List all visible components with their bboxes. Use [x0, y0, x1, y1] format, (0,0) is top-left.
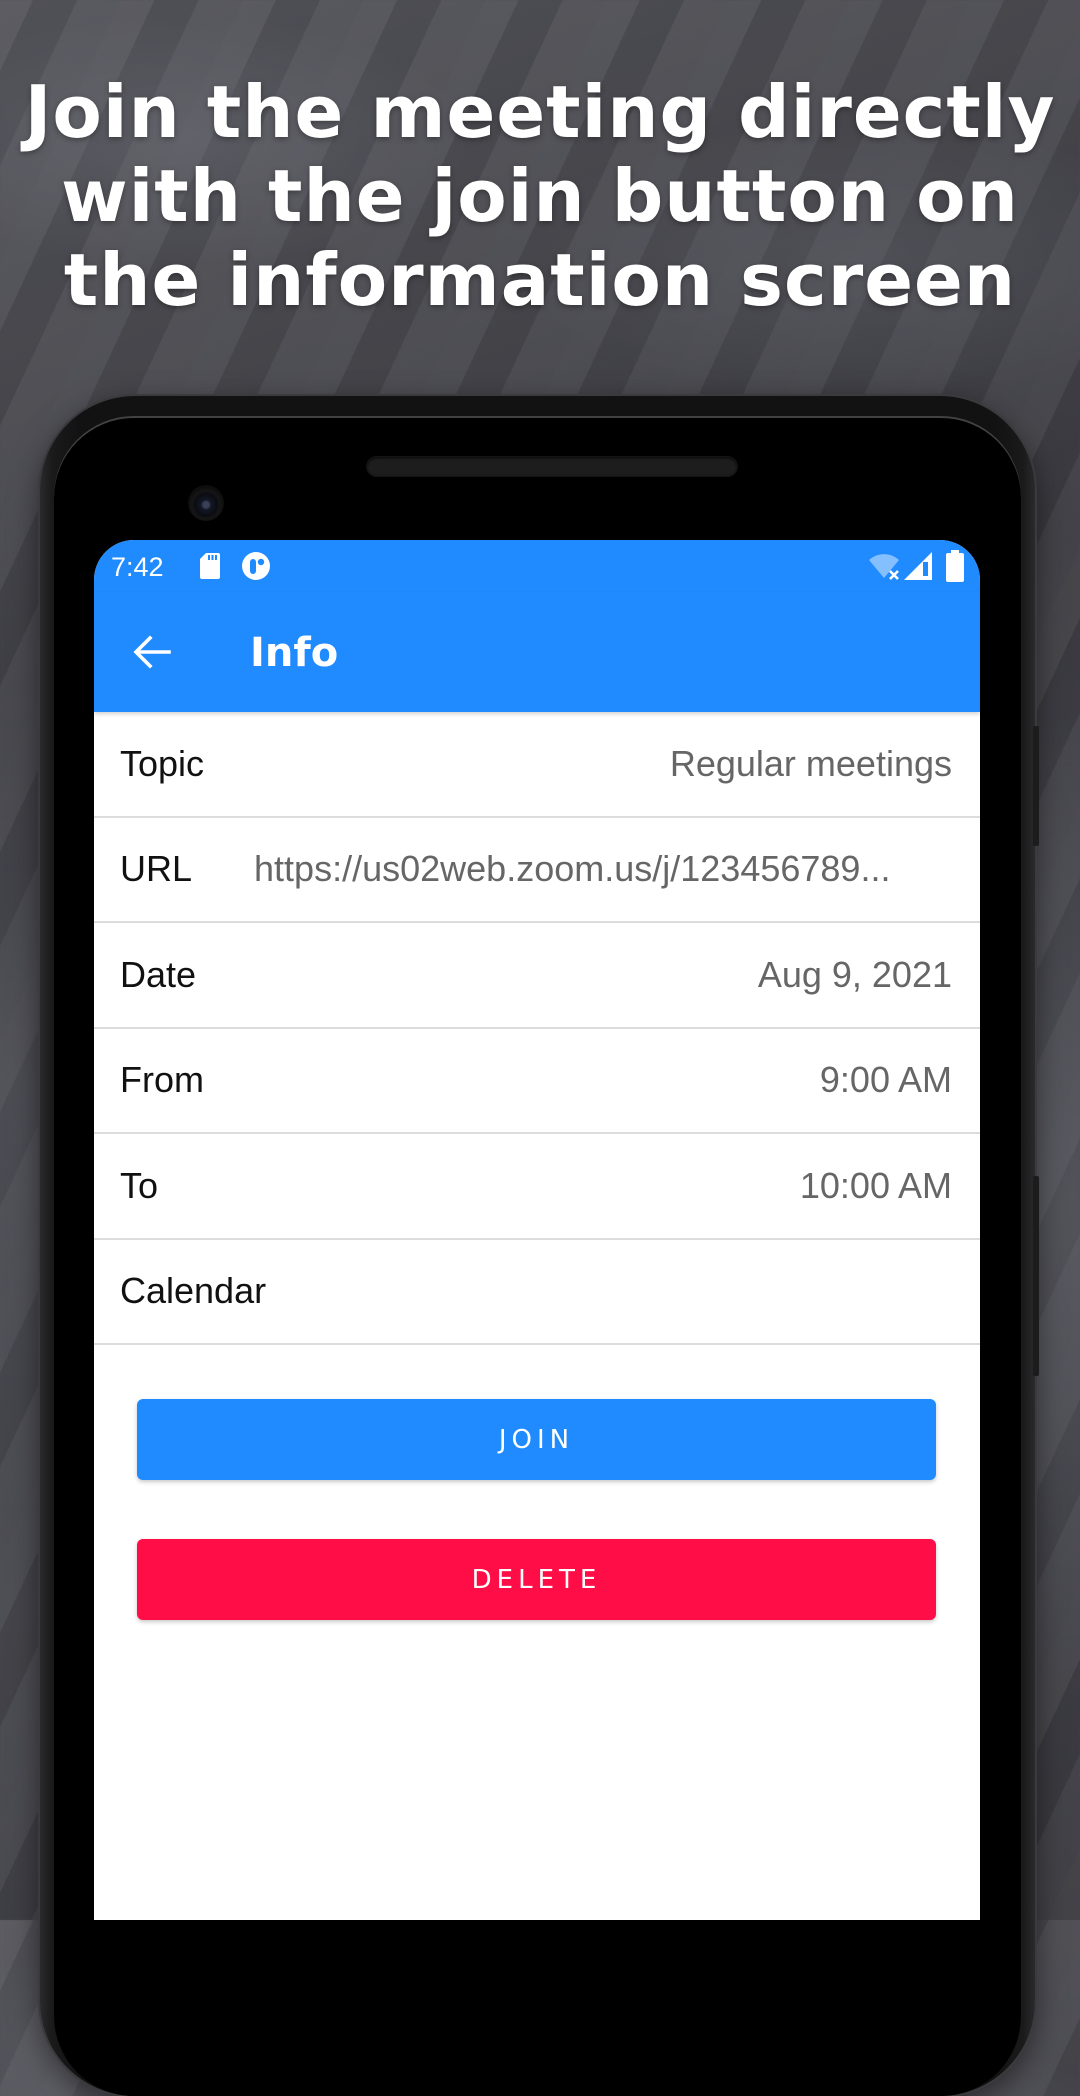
info-row-from[interactable]: From 9:00 AM: [94, 1029, 980, 1134]
info-row-to[interactable]: To 10:00 AM: [94, 1134, 980, 1240]
sd-card-icon: [200, 553, 220, 584]
info-row-calendar[interactable]: Calendar: [94, 1240, 980, 1345]
app-notification-icon: [242, 552, 270, 585]
info-value: 9:00 AM: [819, 1059, 952, 1101]
join-button[interactable]: JOIN: [137, 1399, 936, 1480]
power-button: [1033, 726, 1039, 846]
app-bar: Info: [94, 592, 980, 712]
info-row-topic[interactable]: Topic Regular meetings: [94, 712, 980, 818]
info-label: Date: [120, 953, 197, 995]
meeting-info-list: Topic Regular meetings URL https://us02w…: [94, 712, 980, 1345]
info-label: URL: [120, 848, 193, 890]
info-value: Aug 9, 2021: [757, 953, 952, 995]
status-bar: 7:42: [94, 540, 980, 592]
delete-button[interactable]: DELETE: [137, 1539, 936, 1620]
wifi-off-icon: [868, 552, 902, 587]
info-label: Calendar: [120, 1270, 267, 1312]
promo-headline: Join the meeting directly with the join …: [0, 70, 1080, 322]
info-row-url[interactable]: URL https://us02web.zoom.us/j/123456789.…: [94, 818, 980, 923]
cellular-signal-icon: [904, 552, 932, 585]
back-button[interactable]: [122, 622, 182, 682]
info-label: Topic: [120, 742, 205, 784]
info-value: 10:00 AM: [799, 1164, 952, 1206]
info-label: To: [120, 1164, 159, 1206]
page-title: Info: [250, 630, 339, 676]
info-value: Regular meetings: [669, 742, 952, 784]
info-label: From: [120, 1059, 204, 1101]
info-value[interactable]: https://us02web.zoom.us/j/123456789...: [254, 848, 952, 890]
status-time: 7:42: [111, 552, 164, 582]
front-camera-icon: [188, 485, 224, 521]
info-row-date[interactable]: Date Aug 9, 2021: [94, 923, 980, 1029]
volume-button: [1033, 1176, 1039, 1376]
earpiece-speaker: [367, 457, 737, 476]
arrow-back-icon: [133, 635, 171, 669]
headline-line-1: Join the meeting directly: [24, 70, 1056, 154]
headline-line-3: the information screen: [63, 238, 1017, 322]
battery-icon: [946, 550, 964, 587]
headline-line-2: with the join button on: [61, 154, 1019, 238]
app-screen: 7:42 Info Topic Regular meetings URL htt…: [94, 540, 980, 1920]
